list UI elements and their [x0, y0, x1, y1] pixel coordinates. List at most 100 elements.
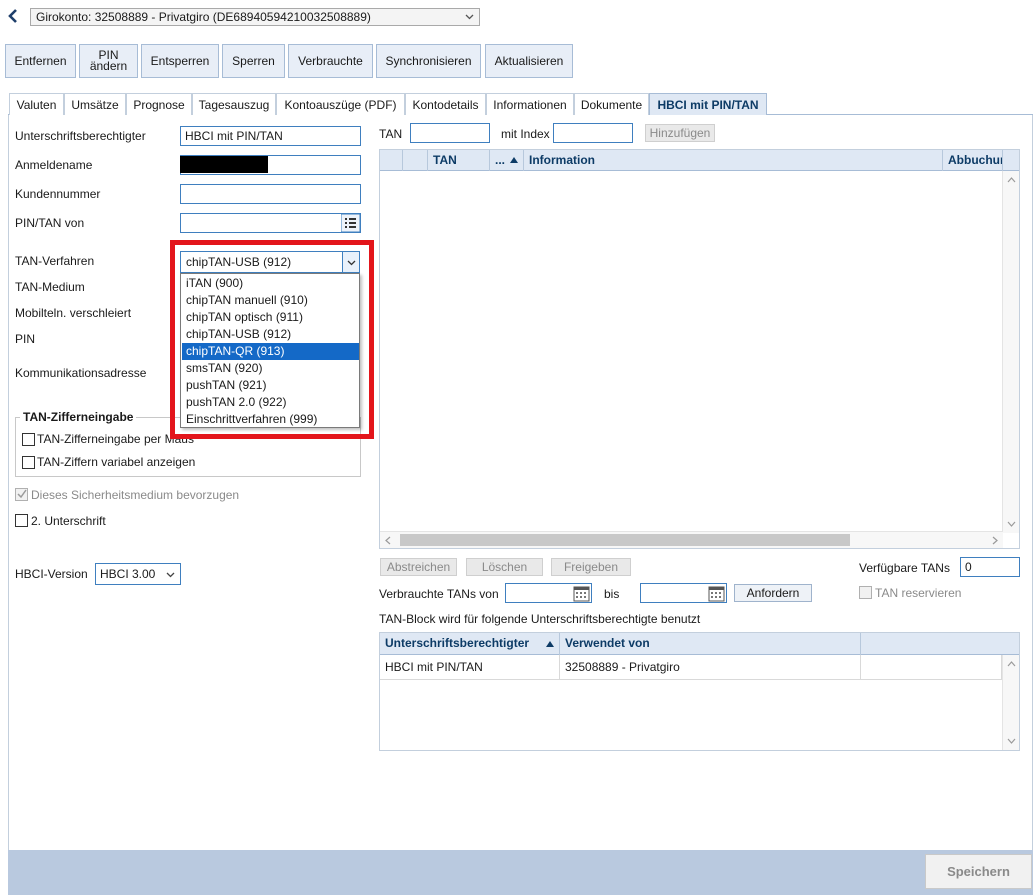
- tan-digits-mouse-checkbox[interactable]: [22, 433, 35, 446]
- index-label: mit Index: [501, 127, 550, 141]
- vertical-scrollbar[interactable]: [1002, 171, 1019, 533]
- back-arrow-icon[interactable]: [6, 8, 20, 24]
- column-header-tan[interactable]: TAN: [428, 150, 490, 171]
- horizontal-scrollbar[interactable]: [380, 531, 1003, 548]
- tan-block-info: TAN-Block wird für folgende Unterschrift…: [379, 612, 701, 626]
- tab-label: Informationen: [493, 97, 567, 112]
- remove-button-label: Entfernen: [14, 53, 67, 68]
- save-button[interactable]: Speichern: [925, 854, 1032, 889]
- unlock-button-label: Entsperren: [150, 53, 210, 68]
- tab-label: Valuten: [16, 97, 57, 112]
- chevron-up-icon[interactable]: [1007, 177, 1016, 183]
- table-cell-used-by[interactable]: 32508889 - Privatgiro: [560, 655, 861, 680]
- strike-button[interactable]: Abstreichen: [380, 558, 457, 576]
- add-tan-button[interactable]: Hinzufügen: [645, 124, 715, 142]
- prefer-medium-checkbox[interactable]: [15, 488, 28, 501]
- pin-label: PIN: [15, 332, 36, 346]
- chevron-down-icon: [465, 14, 474, 20]
- footer-bar: [8, 850, 1033, 895]
- index-input[interactable]: [553, 123, 633, 143]
- column-header-label: ...: [495, 153, 506, 167]
- request-button-label: Anfordern: [746, 586, 800, 600]
- table-cell-empty[interactable]: [861, 655, 1002, 680]
- tab-kontodetails[interactable]: Kontodetails: [405, 93, 486, 115]
- second-signature-checkbox[interactable]: [15, 514, 28, 527]
- tab-prognose[interactable]: Prognose: [126, 93, 192, 115]
- column-header-sort[interactable]: ...: [490, 150, 524, 171]
- chevron-right-icon[interactable]: [992, 536, 998, 545]
- to-label: bis: [604, 587, 620, 601]
- signatory-field[interactable]: HBCI mit PIN/TAN: [180, 126, 361, 146]
- reserve-tan-checkbox[interactable]: [859, 586, 872, 599]
- delete-button[interactable]: Löschen: [466, 558, 543, 576]
- signatory-table-header: Unterschriftsberechtigter Verwendet von: [380, 633, 1019, 655]
- tan-procedure-label: TAN-Verfahren: [15, 254, 95, 268]
- refresh-button[interactable]: Aktualisieren: [485, 44, 573, 78]
- column-header-debit[interactable]: Abbuchun: [943, 150, 1003, 171]
- add-tan-button-label: Hinzufügen: [649, 126, 711, 140]
- column-header-label: Verwendet von: [565, 636, 650, 650]
- tan-label: TAN: [379, 127, 403, 141]
- calendar-icon[interactable]: [573, 585, 590, 602]
- sync-button[interactable]: Synchronisieren: [376, 44, 481, 78]
- hbci-version-select[interactable]: HBCI 3.00: [95, 563, 181, 585]
- unlock-button[interactable]: Entsperren: [141, 44, 219, 78]
- tab-valuten[interactable]: Valuten: [9, 93, 64, 115]
- lock-button[interactable]: Sperren: [222, 44, 285, 78]
- tab-label: Dokumente: [580, 97, 643, 112]
- checkmark-icon: [17, 489, 27, 499]
- tab-label: Kontodetails: [412, 97, 479, 112]
- tan-input[interactable]: [410, 123, 490, 143]
- sort-ascending-icon: [546, 641, 554, 647]
- request-button[interactable]: Anfordern: [734, 584, 812, 602]
- chevron-up-icon[interactable]: [1007, 661, 1016, 667]
- release-button[interactable]: Freigeben: [551, 558, 631, 576]
- chevron-down-icon[interactable]: [1007, 738, 1016, 744]
- account-select[interactable]: Girokonto: 32508889 - Privatgiro (DE6894…: [30, 8, 480, 26]
- account-select-value: Girokonto: 32508889 - Privatgiro (DE6894…: [36, 10, 371, 24]
- column-header-blank[interactable]: [380, 150, 403, 171]
- remove-button[interactable]: Entfernen: [5, 44, 76, 78]
- tab-tagesauszug[interactable]: Tagesauszug: [192, 93, 276, 115]
- pintan-from-field[interactable]: [180, 213, 361, 233]
- signatory-field-value: HBCI mit PIN/TAN: [185, 129, 283, 143]
- tab-informationen[interactable]: Informationen: [486, 93, 574, 115]
- used-tans-button[interactable]: Verbrauchte: [288, 44, 373, 78]
- list-icon[interactable]: [341, 214, 360, 232]
- tab-umsaetze[interactable]: Umsätze: [64, 93, 126, 115]
- tan-table: TAN ... Information Abbuchun: [379, 149, 1020, 549]
- scrollbar-thumb[interactable]: [400, 534, 850, 546]
- save-button-label: Speichern: [947, 864, 1010, 879]
- tan-digits-variable-checkbox[interactable]: [22, 456, 35, 469]
- available-tans-label: Verfügbare TANs: [859, 561, 950, 575]
- column-header-used-by[interactable]: Verwendet von: [560, 633, 861, 655]
- chevron-down-icon[interactable]: [1007, 521, 1016, 527]
- column-header-information[interactable]: Information: [524, 150, 943, 171]
- column-header-blank-2[interactable]: [403, 150, 428, 171]
- column-header-signatory[interactable]: Unterschriftsberechtigter: [380, 633, 560, 655]
- chevron-left-icon[interactable]: [385, 536, 391, 545]
- prefer-medium-label: Dieses Sicherheitsmedium bevorzugen: [31, 488, 240, 502]
- available-tans-value: 0: [965, 560, 972, 574]
- hbci-version-label: HBCI-Version: [15, 567, 88, 581]
- tab-kontoauszuege-pdf[interactable]: Kontoauszüge (PDF): [276, 93, 405, 115]
- customer-number-field[interactable]: [180, 184, 361, 204]
- table-cell-signatory[interactable]: HBCI mit PIN/TAN: [380, 655, 560, 680]
- second-signature-label: 2. Unterschrift: [31, 514, 106, 528]
- tab-dokumente[interactable]: Dokumente: [574, 93, 649, 115]
- customer-number-label: Kundennummer: [15, 187, 101, 201]
- change-pin-button[interactable]: PIN ändern: [79, 44, 138, 78]
- refresh-button-label: Aktualisieren: [494, 53, 564, 68]
- tan-table-header: TAN ... Information Abbuchun: [380, 150, 1019, 171]
- available-tans-field[interactable]: 0: [960, 557, 1020, 577]
- vertical-scrollbar[interactable]: [1002, 655, 1019, 750]
- calendar-icon[interactable]: [708, 585, 725, 602]
- tab-label: HBCI mit PIN/TAN: [657, 97, 759, 112]
- tan-medium-label: TAN-Medium: [15, 280, 85, 294]
- communication-address-label: Kommunikationsadresse: [15, 366, 147, 380]
- column-header-label: Abbuchun: [948, 153, 1003, 167]
- redacted-block: [180, 156, 268, 173]
- chevron-down-icon: [166, 572, 175, 578]
- tan-digits-variable-label: TAN-Ziffern variabel anzeigen: [37, 455, 196, 469]
- tab-hbci-pin-tan[interactable]: HBCI mit PIN/TAN: [649, 93, 767, 115]
